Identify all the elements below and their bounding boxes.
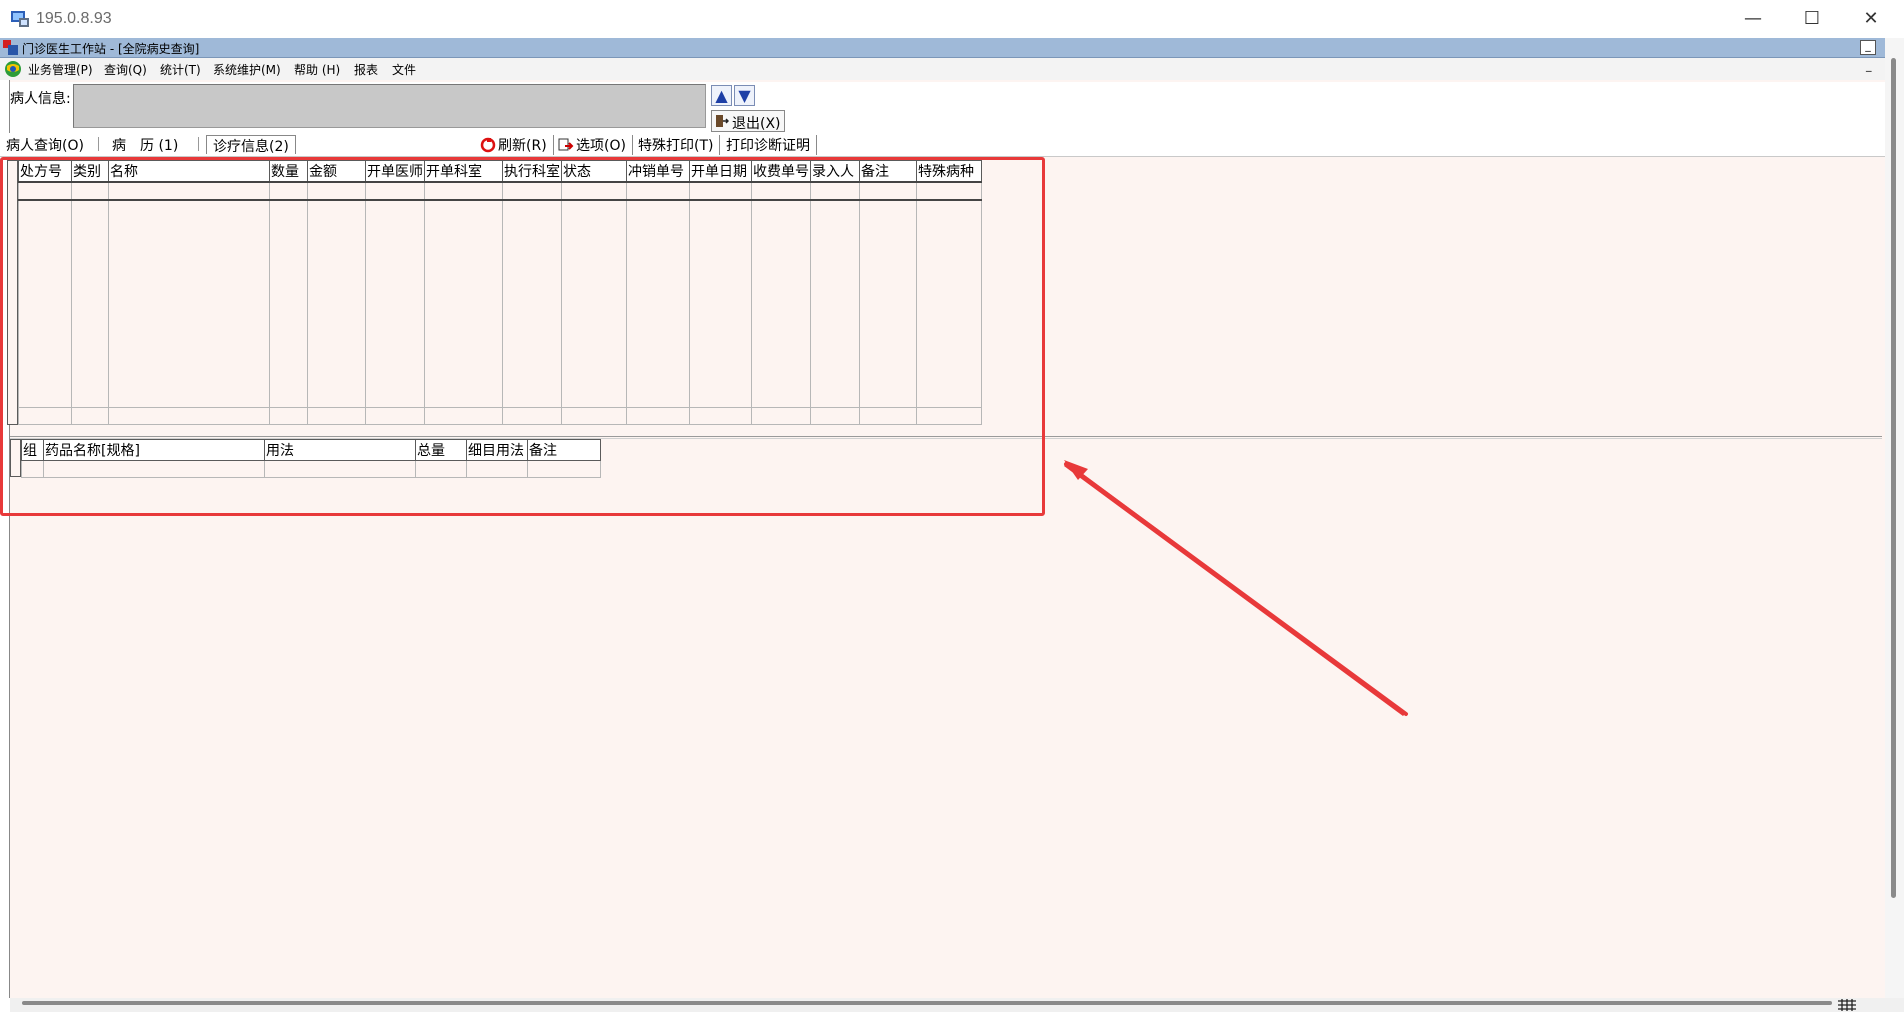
- menu-reports[interactable]: 报表: [354, 61, 378, 78]
- horizontal-scrollbar[interactable]: [10, 998, 1904, 1012]
- highlight-box: [0, 157, 1045, 516]
- window-minimize-button[interactable]: —: [1725, 4, 1781, 34]
- annotation-arrow: [1064, 460, 1408, 716]
- refresh-button[interactable]: 刷新(R): [480, 135, 554, 155]
- tab-divider: [198, 137, 199, 151]
- special-print-button[interactable]: 特殊打印(T): [638, 135, 721, 155]
- refresh-icon: [480, 137, 496, 153]
- remote-desktop-icon: [11, 11, 29, 27]
- options-button[interactable]: 选项(O): [558, 135, 633, 155]
- menu-bar: 业务管理(P) 查询(Q) 统计(T) 系统维护(M) 帮助 (H) 报表 文件…: [0, 58, 1885, 80]
- patient-info-label: 病人信息:: [10, 91, 71, 107]
- tab-treatment-info[interactable]: 诊疗信息(2): [206, 135, 296, 155]
- exit-door-icon: [716, 115, 729, 127]
- options-icon: [558, 138, 574, 151]
- menu-file[interactable]: 文件: [392, 61, 416, 78]
- patient-info-field[interactable]: [73, 84, 706, 128]
- tab-divider: [98, 137, 99, 151]
- vertical-scroll-thumb[interactable]: [1891, 58, 1896, 898]
- app-icon: [3, 40, 18, 55]
- grid-icon: [1838, 999, 1856, 1011]
- refresh-label: 刷新(R): [498, 138, 547, 154]
- next-patient-button[interactable]: ▼: [734, 85, 755, 106]
- arrow-down-icon: ▼: [738, 86, 751, 105]
- menu-minimize-button[interactable]: _: [1866, 60, 1878, 74]
- menu-globe-icon: [5, 61, 21, 77]
- horizontal-scroll-thumb[interactable]: [22, 1001, 1832, 1005]
- mdi-minimize-button[interactable]: _: [1860, 40, 1876, 55]
- previous-patient-button[interactable]: ▲: [711, 85, 732, 106]
- window-title: 195.0.8.93: [36, 10, 112, 27]
- menu-help[interactable]: 帮助 (H): [294, 61, 340, 78]
- tab-toolbar-row: 病人查询(O) 病 历 (1) 诊疗信息(2) 刷新(R) 选项(O) 特殊打印…: [0, 133, 1885, 157]
- window-maximize-button[interactable]: ☐: [1784, 4, 1840, 34]
- tab-patient-query[interactable]: 病人查询(O): [6, 135, 84, 154]
- tab-medical-record[interactable]: 病 历 (1): [112, 135, 178, 154]
- mdi-title: 门诊医生工作站 - [全院病史查询]: [22, 42, 200, 56]
- window-close-button[interactable]: ✕: [1843, 4, 1899, 34]
- mdi-title-bar: 门诊医生工作站 - [全院病史查询] _: [0, 38, 1885, 58]
- menu-query[interactable]: 查询(Q): [104, 61, 147, 78]
- window-title-bar: 195.0.8.93 — ☐ ✕: [0, 0, 1904, 38]
- menu-business[interactable]: 业务管理(P): [28, 61, 93, 78]
- menu-statistics[interactable]: 统计(T): [160, 61, 201, 78]
- arrow-up-icon: ▲: [715, 86, 728, 105]
- options-label: 选项(O): [576, 138, 626, 154]
- exit-label: 退出(X): [732, 116, 781, 132]
- print-diagnosis-certificate-button[interactable]: 打印诊断证明: [726, 135, 817, 155]
- exit-button[interactable]: 退出(X): [711, 110, 785, 132]
- menu-system[interactable]: 系统维护(M): [213, 61, 281, 78]
- vertical-scrollbar[interactable]: [1885, 38, 1904, 998]
